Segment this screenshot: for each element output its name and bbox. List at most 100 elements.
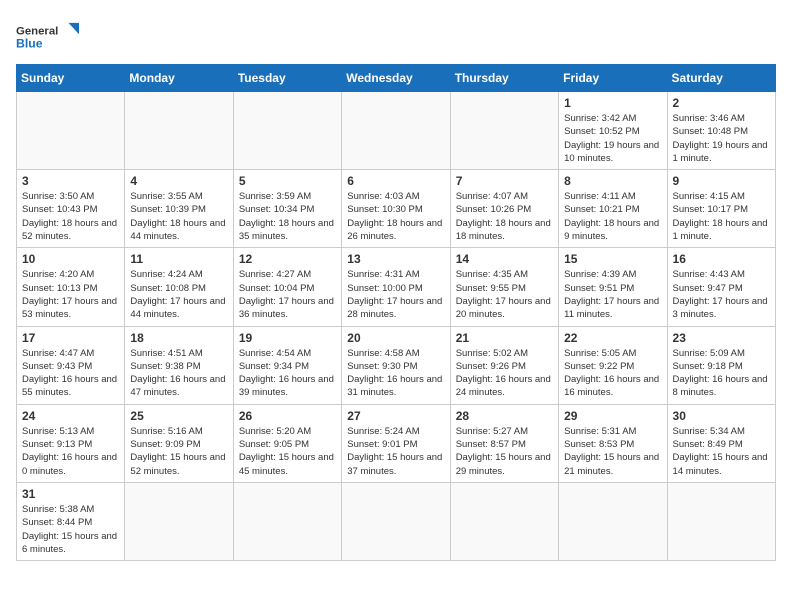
calendar-cell: 11 Sunrise: 4:24 AM Sunset: 10:08 PM Dayl… (125, 248, 233, 326)
calendar-cell: 16 Sunrise: 4:43 AM Sunset: 9:47 PM Dayli… (667, 248, 775, 326)
day-number: 19 (239, 331, 336, 345)
day-info: Sunrise: 5:13 AM Sunset: 9:13 PM Dayligh… (22, 425, 119, 478)
day-number: 6 (347, 174, 444, 188)
calendar-cell: 1 Sunrise: 3:42 AM Sunset: 10:52 PM Dayli… (559, 92, 667, 170)
calendar-cell: 2 Sunrise: 3:46 AM Sunset: 10:48 PM Dayli… (667, 92, 775, 170)
calendar-cell (342, 482, 450, 560)
calendar-cell: 3Sunrise: 3:50 AM Sunset: 10:43 PM Dayli… (17, 170, 125, 248)
day-info: Sunrise: 5:05 AM Sunset: 9:22 PM Dayligh… (564, 347, 661, 400)
day-info: Sunrise: 5:34 AM Sunset: 8:49 PM Dayligh… (673, 425, 770, 478)
day-info: Sunrise: 3:59 AM Sunset: 10:34 PM Daylig… (239, 190, 336, 243)
day-number: 24 (22, 409, 119, 423)
day-info: Sunrise: 5:27 AM Sunset: 8:57 PM Dayligh… (456, 425, 553, 478)
day-number: 21 (456, 331, 553, 345)
day-number: 22 (564, 331, 661, 345)
calendar-cell: 21 Sunrise: 5:02 AM Sunset: 9:26 PM Dayli… (450, 326, 558, 404)
day-info: Sunrise: 4:24 AM Sunset: 10:08 PM Daylig… (130, 268, 227, 321)
day-number: 29 (564, 409, 661, 423)
weekday-header-sunday: Sunday (17, 65, 125, 92)
calendar-cell: 6 Sunrise: 4:03 AM Sunset: 10:30 PM Dayli… (342, 170, 450, 248)
day-number: 25 (130, 409, 227, 423)
calendar-table: SundayMondayTuesdayWednesdayThursdayFrid… (16, 64, 776, 561)
week-row-6: 31 Sunrise: 5:38 AM Sunset: 8:44 PM Dayli… (17, 482, 776, 560)
page-header: General Blue (16, 16, 776, 56)
day-number: 14 (456, 252, 553, 266)
day-number: 2 (673, 96, 770, 110)
calendar-cell: 13 Sunrise: 4:31 AM Sunset: 10:00 PM Dayl… (342, 248, 450, 326)
calendar-cell: 19 Sunrise: 4:54 AM Sunset: 9:34 PM Dayli… (233, 326, 341, 404)
day-number: 7 (456, 174, 553, 188)
calendar-cell: 12Sunrise: 4:27 AM Sunset: 10:04 PM Dayl… (233, 248, 341, 326)
calendar-cell (233, 482, 341, 560)
calendar-cell: 24 Sunrise: 5:13 AM Sunset: 9:13 PM Dayli… (17, 404, 125, 482)
calendar-cell (233, 92, 341, 170)
calendar-cell: 18 Sunrise: 4:51 AM Sunset: 9:38 PM Dayli… (125, 326, 233, 404)
svg-text:General: General (16, 25, 58, 37)
calendar-cell: 31 Sunrise: 5:38 AM Sunset: 8:44 PM Dayli… (17, 482, 125, 560)
weekday-header-tuesday: Tuesday (233, 65, 341, 92)
logo-svg: General Blue (16, 16, 86, 56)
day-number: 8 (564, 174, 661, 188)
day-info: Sunrise: 5:02 AM Sunset: 9:26 PM Dayligh… (456, 347, 553, 400)
day-info: Sunrise: 5:38 AM Sunset: 8:44 PM Dayligh… (22, 503, 119, 556)
day-info: Sunrise: 4:54 AM Sunset: 9:34 PM Dayligh… (239, 347, 336, 400)
calendar-cell: 29 Sunrise: 5:31 AM Sunset: 8:53 PM Dayli… (559, 404, 667, 482)
calendar-cell (125, 92, 233, 170)
day-info: Sunrise: 4:03 AM Sunset: 10:30 PM Daylig… (347, 190, 444, 243)
calendar-cell: 4 Sunrise: 3:55 AM Sunset: 10:39 PM Dayli… (125, 170, 233, 248)
weekday-header-monday: Monday (125, 65, 233, 92)
day-number: 23 (673, 331, 770, 345)
logo: General Blue (16, 16, 86, 56)
calendar-cell: 17Sunrise: 4:47 AM Sunset: 9:43 PM Dayli… (17, 326, 125, 404)
day-info: Sunrise: 5:24 AM Sunset: 9:01 PM Dayligh… (347, 425, 444, 478)
svg-text:Blue: Blue (16, 36, 43, 50)
day-number: 4 (130, 174, 227, 188)
day-info: Sunrise: 4:35 AM Sunset: 9:55 PM Dayligh… (456, 268, 553, 321)
calendar-cell: 27 Sunrise: 5:24 AM Sunset: 9:01 PM Dayli… (342, 404, 450, 482)
day-number: 11 (130, 252, 227, 266)
calendar-cell: 25Sunrise: 5:16 AM Sunset: 9:09 PM Dayli… (125, 404, 233, 482)
calendar-cell (450, 482, 558, 560)
day-number: 20 (347, 331, 444, 345)
week-row-4: 17Sunrise: 4:47 AM Sunset: 9:43 PM Dayli… (17, 326, 776, 404)
calendar-cell: 8Sunrise: 4:11 AM Sunset: 10:21 PM Dayli… (559, 170, 667, 248)
calendar-cell: 22 Sunrise: 5:05 AM Sunset: 9:22 PM Dayli… (559, 326, 667, 404)
day-info: Sunrise: 3:42 AM Sunset: 10:52 PM Daylig… (564, 112, 661, 165)
day-number: 18 (130, 331, 227, 345)
calendar-cell: 15Sunrise: 4:39 AM Sunset: 9:51 PM Dayli… (559, 248, 667, 326)
day-number: 5 (239, 174, 336, 188)
day-info: Sunrise: 4:27 AM Sunset: 10:04 PM Daylig… (239, 268, 336, 321)
day-number: 30 (673, 409, 770, 423)
calendar-cell: 14 Sunrise: 4:35 AM Sunset: 9:55 PM Dayli… (450, 248, 558, 326)
calendar-cell: 20Sunrise: 4:58 AM Sunset: 9:30 PM Dayli… (342, 326, 450, 404)
day-number: 15 (564, 252, 661, 266)
day-info: Sunrise: 5:31 AM Sunset: 8:53 PM Dayligh… (564, 425, 661, 478)
day-number: 31 (22, 487, 119, 501)
calendar-cell (125, 482, 233, 560)
day-number: 27 (347, 409, 444, 423)
weekday-header-friday: Friday (559, 65, 667, 92)
week-row-5: 24 Sunrise: 5:13 AM Sunset: 9:13 PM Dayli… (17, 404, 776, 482)
day-info: Sunrise: 4:31 AM Sunset: 10:00 PM Daylig… (347, 268, 444, 321)
weekday-header-saturday: Saturday (667, 65, 775, 92)
calendar-cell: 30 Sunrise: 5:34 AM Sunset: 8:49 PM Dayli… (667, 404, 775, 482)
calendar-cell (17, 92, 125, 170)
calendar-cell (559, 482, 667, 560)
calendar-cell (667, 482, 775, 560)
day-number: 26 (239, 409, 336, 423)
calendar-cell: 5 Sunrise: 3:59 AM Sunset: 10:34 PM Dayli… (233, 170, 341, 248)
day-number: 3 (22, 174, 119, 188)
calendar-cell: 23Sunrise: 5:09 AM Sunset: 9:18 PM Dayli… (667, 326, 775, 404)
calendar-cell: 9Sunrise: 4:15 AM Sunset: 10:17 PM Dayli… (667, 170, 775, 248)
day-number: 9 (673, 174, 770, 188)
day-info: Sunrise: 4:43 AM Sunset: 9:47 PM Dayligh… (673, 268, 770, 321)
calendar-cell: 10Sunrise: 4:20 AM Sunset: 10:13 PM Dayl… (17, 248, 125, 326)
day-info: Sunrise: 3:46 AM Sunset: 10:48 PM Daylig… (673, 112, 770, 165)
day-number: 1 (564, 96, 661, 110)
day-number: 13 (347, 252, 444, 266)
day-number: 10 (22, 252, 119, 266)
day-info: Sunrise: 4:51 AM Sunset: 9:38 PM Dayligh… (130, 347, 227, 400)
day-info: Sunrise: 3:55 AM Sunset: 10:39 PM Daylig… (130, 190, 227, 243)
day-number: 16 (673, 252, 770, 266)
week-row-2: 3Sunrise: 3:50 AM Sunset: 10:43 PM Dayli… (17, 170, 776, 248)
